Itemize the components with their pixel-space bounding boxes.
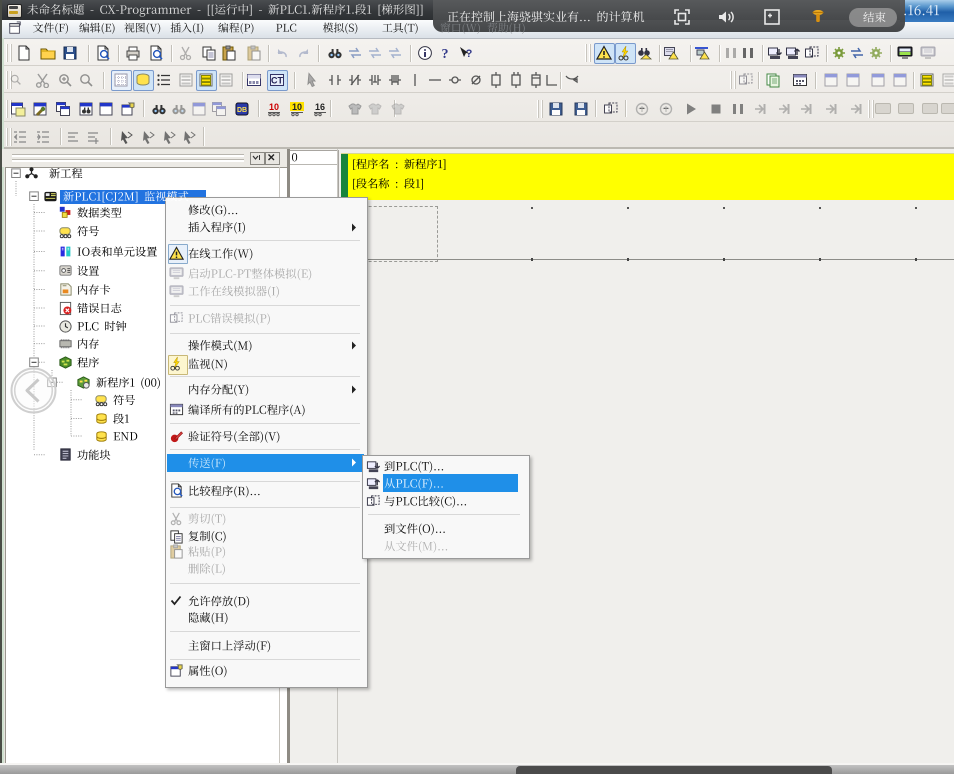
svg-text:DB: DB [236,107,246,114]
svg-text:?: ? [466,48,473,60]
svg-text:10: 10 [292,102,302,112]
svg-text:10: 10 [269,102,279,112]
svg-text:CT: CT [271,75,283,85]
svg-text:16: 16 [314,102,324,112]
svg-text:?: ? [442,47,449,61]
